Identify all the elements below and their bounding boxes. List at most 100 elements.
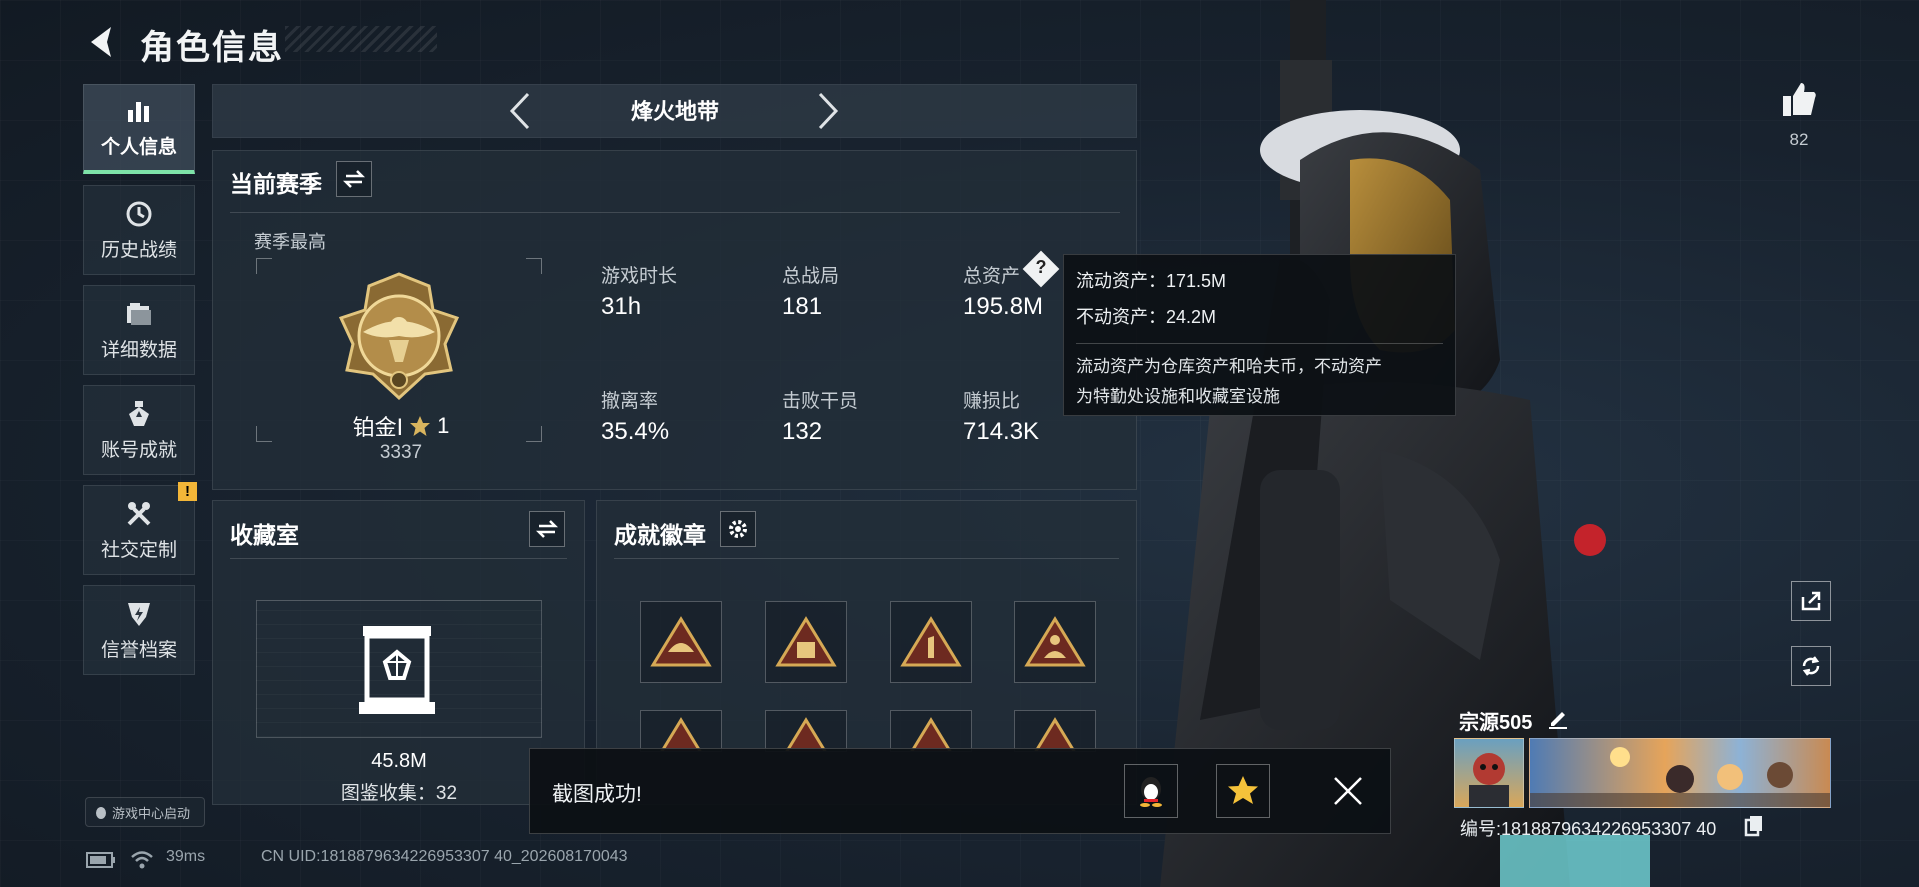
badge-figure-icon <box>1024 616 1086 667</box>
season-switch-button[interactable] <box>336 161 372 197</box>
sidebar-item-detail-data[interactable]: 详细数据 <box>83 285 195 375</box>
sidebar-item-achievements[interactable]: 账号成就 <box>83 385 195 475</box>
collection-count: 图鉴收集：32 <box>340 783 458 804</box>
wifi-icon <box>131 851 153 869</box>
asset-tooltip: 流动资产：171.5M 不动资产：24.2M 流动资产为仓库资产和哈夫币，不动资… <box>1063 254 1456 416</box>
achievement-badge[interactable] <box>765 710 847 752</box>
bar-chart-icon <box>128 102 149 122</box>
ping-text: 39ms <box>166 848 206 865</box>
tooltip-fixed-assets: 不动资产：24.2M <box>1076 307 1217 327</box>
stat-value: 35.4% <box>601 418 670 445</box>
qzone-star-icon <box>1228 776 1258 804</box>
achievement-badge[interactable] <box>890 710 972 752</box>
season-title: 当前赛季 <box>230 171 322 197</box>
copy-icon[interactable] <box>1744 815 1764 837</box>
share-button[interactable] <box>1791 581 1831 621</box>
achievement-badge[interactable] <box>1014 601 1096 683</box>
stat-label: 总资产 <box>963 266 1021 287</box>
tooltip-description-1: 流动资产为仓库资产和哈夫币，不动资产 <box>1076 357 1382 376</box>
achievements-title: 成就徽章 <box>614 522 706 548</box>
medal-icon <box>129 400 149 426</box>
sidebar-item-credit[interactable]: 信誉档案 <box>83 585 195 675</box>
chevron-left-icon <box>509 92 530 130</box>
page-title: 角色信息 <box>140 29 284 67</box>
sidebar-item-label: 历史战绩 <box>100 239 177 261</box>
achievement-badge[interactable] <box>1014 710 1096 752</box>
tooltip-description-2: 为特勤处设施和收藏室设施 <box>1076 387 1280 406</box>
chevron-right-icon <box>818 92 839 130</box>
sidebar-item-label: 详细数据 <box>100 339 177 361</box>
share-qzone-button[interactable] <box>1216 764 1270 818</box>
avatar[interactable] <box>1454 738 1524 808</box>
title-decoration <box>285 26 437 52</box>
tools-icon <box>127 501 151 525</box>
achievement-badge[interactable] <box>890 601 972 683</box>
badge-partial-icon <box>1034 717 1076 751</box>
stat-value: 132 <box>782 418 823 445</box>
collection-switch-button[interactable] <box>529 511 565 547</box>
achievement-badge[interactable] <box>765 601 847 683</box>
rank-stars: 1 <box>437 413 450 438</box>
prev-mode-button[interactable] <box>500 88 540 134</box>
star-icon <box>410 416 431 436</box>
achievement-badge[interactable] <box>640 710 722 752</box>
swap-icon <box>343 170 365 188</box>
shield-lightning-icon <box>128 602 150 626</box>
next-mode-button[interactable] <box>808 88 848 134</box>
back-arrow-icon <box>91 27 111 57</box>
display-case-icon <box>359 626 435 714</box>
stat-label: 总战局 <box>782 266 840 287</box>
stat-value: 714.3K <box>963 418 1040 445</box>
stat-value: 31h <box>601 293 642 320</box>
rank-name-row: 铂金Ⅰ 1 <box>345 410 457 442</box>
badge-number-one-icon <box>900 616 962 667</box>
battery-icon <box>86 852 115 868</box>
player-banner[interactable] <box>1529 738 1831 808</box>
divider <box>230 212 1120 213</box>
divider <box>614 558 1119 559</box>
player-name: 宗源505 <box>1459 712 1533 734</box>
sidebar-item-personal-info[interactable]: 个人信息 <box>83 84 195 174</box>
likes-count: 82 <box>1789 130 1809 149</box>
swap-icon <box>536 520 558 538</box>
rank-name: 铂金Ⅰ <box>352 415 404 440</box>
history-clock-icon <box>126 201 152 226</box>
help-icon: ? <box>1035 257 1047 277</box>
launch-label: 游戏中心启动 <box>112 805 191 821</box>
sidebar-item-history[interactable]: 历史战绩 <box>83 185 195 275</box>
achievement-badge[interactable] <box>640 601 722 683</box>
edit-pencil-icon[interactable] <box>1547 707 1569 729</box>
sidebar-item-label: 个人信息 <box>100 137 177 158</box>
sidebar-item-label: 账号成就 <box>100 439 177 461</box>
game-center-launch[interactable]: 游戏中心启动 <box>85 797 205 827</box>
refresh-button[interactable] <box>1791 646 1831 686</box>
player-id: 编号:1818879634226953307 40 <box>1460 819 1717 839</box>
mode-title: 烽火地带 <box>630 99 719 124</box>
share-qq-button[interactable] <box>1124 764 1178 818</box>
toast-close-button[interactable] <box>1321 764 1375 818</box>
tooltip-liquid-assets: 流动资产：171.5M <box>1076 271 1227 291</box>
stat-label: 击败干员 <box>782 391 859 412</box>
badge-partial-icon <box>785 717 827 751</box>
badge-crate-icon <box>775 616 837 667</box>
thumbs-up-icon[interactable] <box>1779 80 1819 120</box>
stat-label: 赚损比 <box>963 391 1021 412</box>
toast-message: 截图成功! <box>552 783 642 806</box>
avatar-character-icon <box>1469 753 1509 807</box>
folder-icon <box>127 302 151 325</box>
tooltip-divider <box>1076 343 1443 344</box>
stat-value: 195.8M <box>963 293 1044 320</box>
qq-penguin-icon <box>1140 777 1162 807</box>
close-icon <box>1334 777 1362 805</box>
gear-icon <box>729 520 747 538</box>
penguin-icon <box>96 807 106 819</box>
sidebar-item-label: 社交定制 <box>100 539 177 561</box>
banner-art-icon <box>1530 747 1830 807</box>
badge-partial-icon <box>910 717 952 751</box>
achievements-settings-button[interactable] <box>720 511 756 547</box>
uid-text: CN UID:1818879634226953307 40_2026081700… <box>261 848 628 865</box>
badge-partial-icon <box>660 717 702 751</box>
badge-helmet-icon <box>650 616 712 667</box>
sidebar-item-label: 信誉档案 <box>100 639 177 661</box>
back-button[interactable] <box>82 20 122 64</box>
